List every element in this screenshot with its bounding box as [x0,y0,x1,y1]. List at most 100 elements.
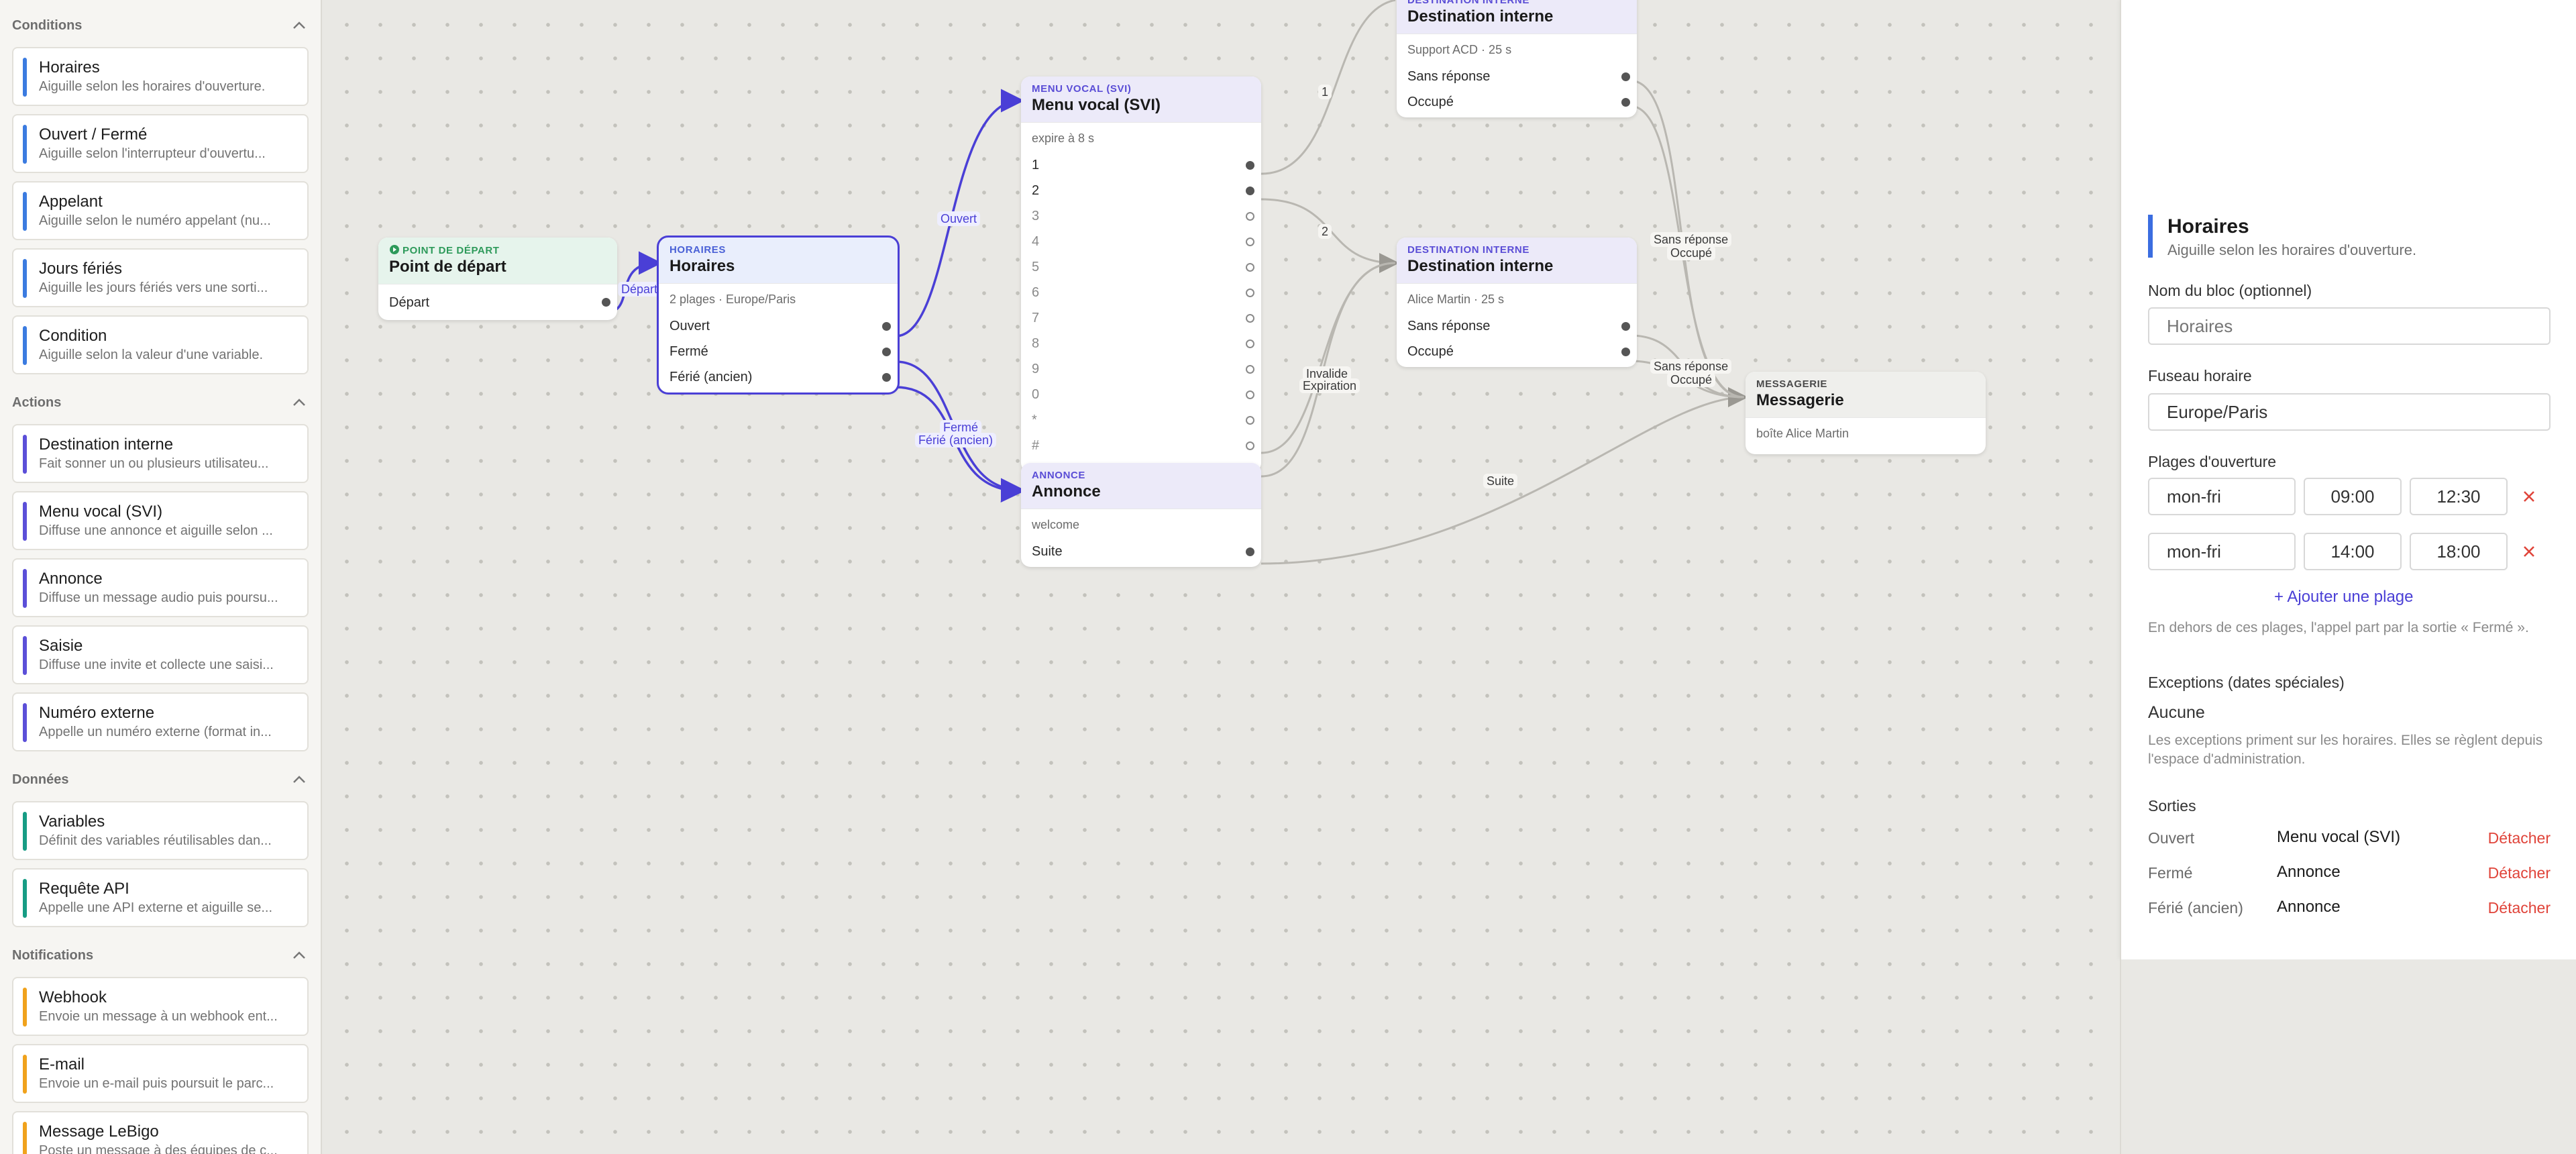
slot-start-input[interactable]: 09:00 [2304,478,2402,515]
palette-block-requete-api[interactable]: Requête API Appelle une API externe et ai… [12,868,309,927]
node-port-hash[interactable]: # [1021,433,1261,458]
port-handle[interactable] [882,348,891,356]
edge-label-expiration[interactable]: Expiration [1299,378,1360,393]
palette-block-condition[interactable]: Condition Aiguille selon la valeur d'une … [12,315,309,374]
section-header-notifications[interactable]: Notifications [12,942,309,969]
edge-label-sans-reponse[interactable]: Sans réponse [1650,359,1732,374]
node-point-de-depart[interactable]: Point de départ Point de départ Départ [378,238,617,320]
palette-block-menu-vocal[interactable]: Menu vocal (SVI) Diffuse une annonce et a… [12,491,309,550]
port-handle[interactable] [1621,98,1630,107]
port-handle[interactable] [1246,263,1254,272]
node-messagerie[interactable]: Messagerie Messagerie boîte Alice Martin [1746,372,1986,454]
palette-block-horaires[interactable]: Horaires Aiguille selon les horaires d'ou… [12,47,309,106]
edge-svi-invalide[interactable] [1260,262,1396,454]
node-port-0[interactable]: 0 [1021,382,1261,407]
slot-days-input[interactable]: mon-fri [2148,478,2296,515]
node-port-ouvert[interactable]: Ouvert [659,313,898,339]
node-port-ferie[interactable]: Férié (ancien) [659,364,898,390]
palette-block-annonce[interactable]: Annonce Diffuse un message audio puis pou… [12,558,309,617]
port-handle[interactable] [1621,72,1630,81]
port-handle[interactable] [1246,161,1254,170]
node-port-sans-reponse[interactable]: Sans réponse [1397,313,1637,339]
edge-label-ferie[interactable]: Férié (ancien) [915,433,997,448]
palette-block-webhook[interactable]: Webhook Envoie un message à un webhook en… [12,977,309,1036]
node-destination-interne-alice[interactable]: Destination interne Destination interne … [1397,238,1637,367]
edge-label-ouvert[interactable]: Ouvert [937,211,981,226]
palette-block-email[interactable]: E-mail Envoie un e-mail puis poursuit le … [12,1044,309,1103]
flow-canvas[interactable]: Départ Ouvert Fermé Férié (ancien) 1 2 I… [322,0,2120,1154]
section-header-conditions[interactable]: Conditions [12,12,309,39]
block-name-input[interactable] [2148,307,2551,345]
node-destination-interne-support[interactable]: Destination interne Destination interne … [1397,0,1637,117]
node-menu-vocal-svi[interactable]: Menu vocal (SVI) Menu vocal (SVI) expire… [1021,76,1261,472]
node-port-2[interactable]: 2 [1021,178,1261,203]
node-port-ferme[interactable]: Fermé [659,339,898,364]
node-port-star[interactable]: * [1021,407,1261,433]
remove-slot-close-icon[interactable] [2517,484,2541,509]
slot-end-input[interactable]: 12:30 [2410,478,2508,515]
port-handle[interactable] [1246,547,1254,556]
chevron-up-icon[interactable] [290,393,309,412]
port-handle[interactable] [1246,365,1254,374]
section-header-donnees[interactable]: Données [12,766,309,793]
section-header-actions[interactable]: Actions [12,389,309,416]
palette-block-saisie[interactable]: Saisie Diffuse une invite et collecte une… [12,625,309,684]
palette-block-ouvert-ferme[interactable]: Ouvert / Fermé Aiguille selon l'interrupt… [12,114,309,173]
port-handle[interactable] [602,298,610,307]
slot-end-input[interactable]: 18:00 [2410,533,2508,570]
output-target: Annonce [2277,863,2341,881]
detach-button[interactable]: Détacher [2488,829,2551,847]
port-handle[interactable] [1246,314,1254,323]
chevron-up-icon[interactable] [290,770,309,789]
port-handle[interactable] [1246,187,1254,195]
palette-block-variables[interactable]: Variables Définit des variables réutilisa… [12,801,309,860]
node-port-suite[interactable]: Suite [1021,539,1261,564]
node-port-occupe[interactable]: Occupé [1397,89,1637,115]
port-handle[interactable] [1246,212,1254,221]
edge-label-sans-reponse[interactable]: Sans réponse [1650,232,1732,247]
port-handle[interactable] [882,373,891,382]
node-port-8[interactable]: 8 [1021,331,1261,356]
node-port-1[interactable]: 1 [1021,152,1261,178]
palette-block-message-lebigo[interactable]: Message LeBigo Poste un message à des équ… [12,1111,309,1154]
detach-button[interactable]: Détacher [2488,864,2551,882]
port-handle[interactable] [1246,288,1254,297]
edge-label-suite[interactable]: Suite [1483,474,1518,488]
palette-block-appelant[interactable]: Appelant Aiguille selon le numéro appelan… [12,181,309,240]
palette-block-numero-externe[interactable]: Numéro externe Appelle un numéro externe … [12,692,309,751]
port-handle[interactable] [1246,238,1254,246]
port-handle[interactable] [1246,416,1254,425]
edge-label-depart[interactable]: Départ [618,282,661,297]
edge-label-1[interactable]: 1 [1318,85,1332,99]
node-port-4[interactable]: 4 [1021,229,1261,254]
add-slot-button[interactable]: + Ajouter une plage [2274,588,2414,607]
port-handle[interactable] [1246,390,1254,399]
node-annonce[interactable]: Annonce Annonce welcome Suite [1021,463,1261,567]
node-port-3[interactable]: 3 [1021,203,1261,229]
node-port-sans-reponse[interactable]: Sans réponse [1397,64,1637,89]
edge-label-occupe[interactable]: Occupé [1667,246,1716,260]
port-handle[interactable] [1246,339,1254,348]
port-handle[interactable] [1621,322,1630,331]
chevron-up-icon[interactable] [290,16,309,35]
detach-button[interactable]: Détacher [2488,899,2551,917]
node-horaires[interactable]: Horaires Horaires 2 plages · Europe/Pari… [657,235,900,395]
node-port-6[interactable]: 6 [1021,280,1261,305]
slot-days-input[interactable]: mon-fri [2148,533,2296,570]
remove-slot-close-icon[interactable] [2517,539,2541,564]
slot-start-input[interactable]: 14:00 [2304,533,2402,570]
node-port-occupe[interactable]: Occupé [1397,339,1637,364]
port-handle[interactable] [1246,441,1254,450]
palette-block-jours-feries[interactable]: Jours fériés Aiguille les jours fériés ve… [12,248,309,307]
edge-label-occupe[interactable]: Occupé [1667,372,1716,387]
port-handle[interactable] [1621,348,1630,356]
palette-block-destination-interne[interactable]: Destination interne Fait sonner un ou plu… [12,424,309,483]
node-port-7[interactable]: 7 [1021,305,1261,331]
node-port-depart[interactable]: Départ [378,284,617,320]
chevron-up-icon[interactable] [290,946,309,965]
edge-label-2[interactable]: 2 [1318,224,1332,239]
node-port-5[interactable]: 5 [1021,254,1261,280]
node-port-9[interactable]: 9 [1021,356,1261,382]
timezone-input[interactable]: Europe/Paris [2148,393,2551,431]
port-handle[interactable] [882,322,891,331]
